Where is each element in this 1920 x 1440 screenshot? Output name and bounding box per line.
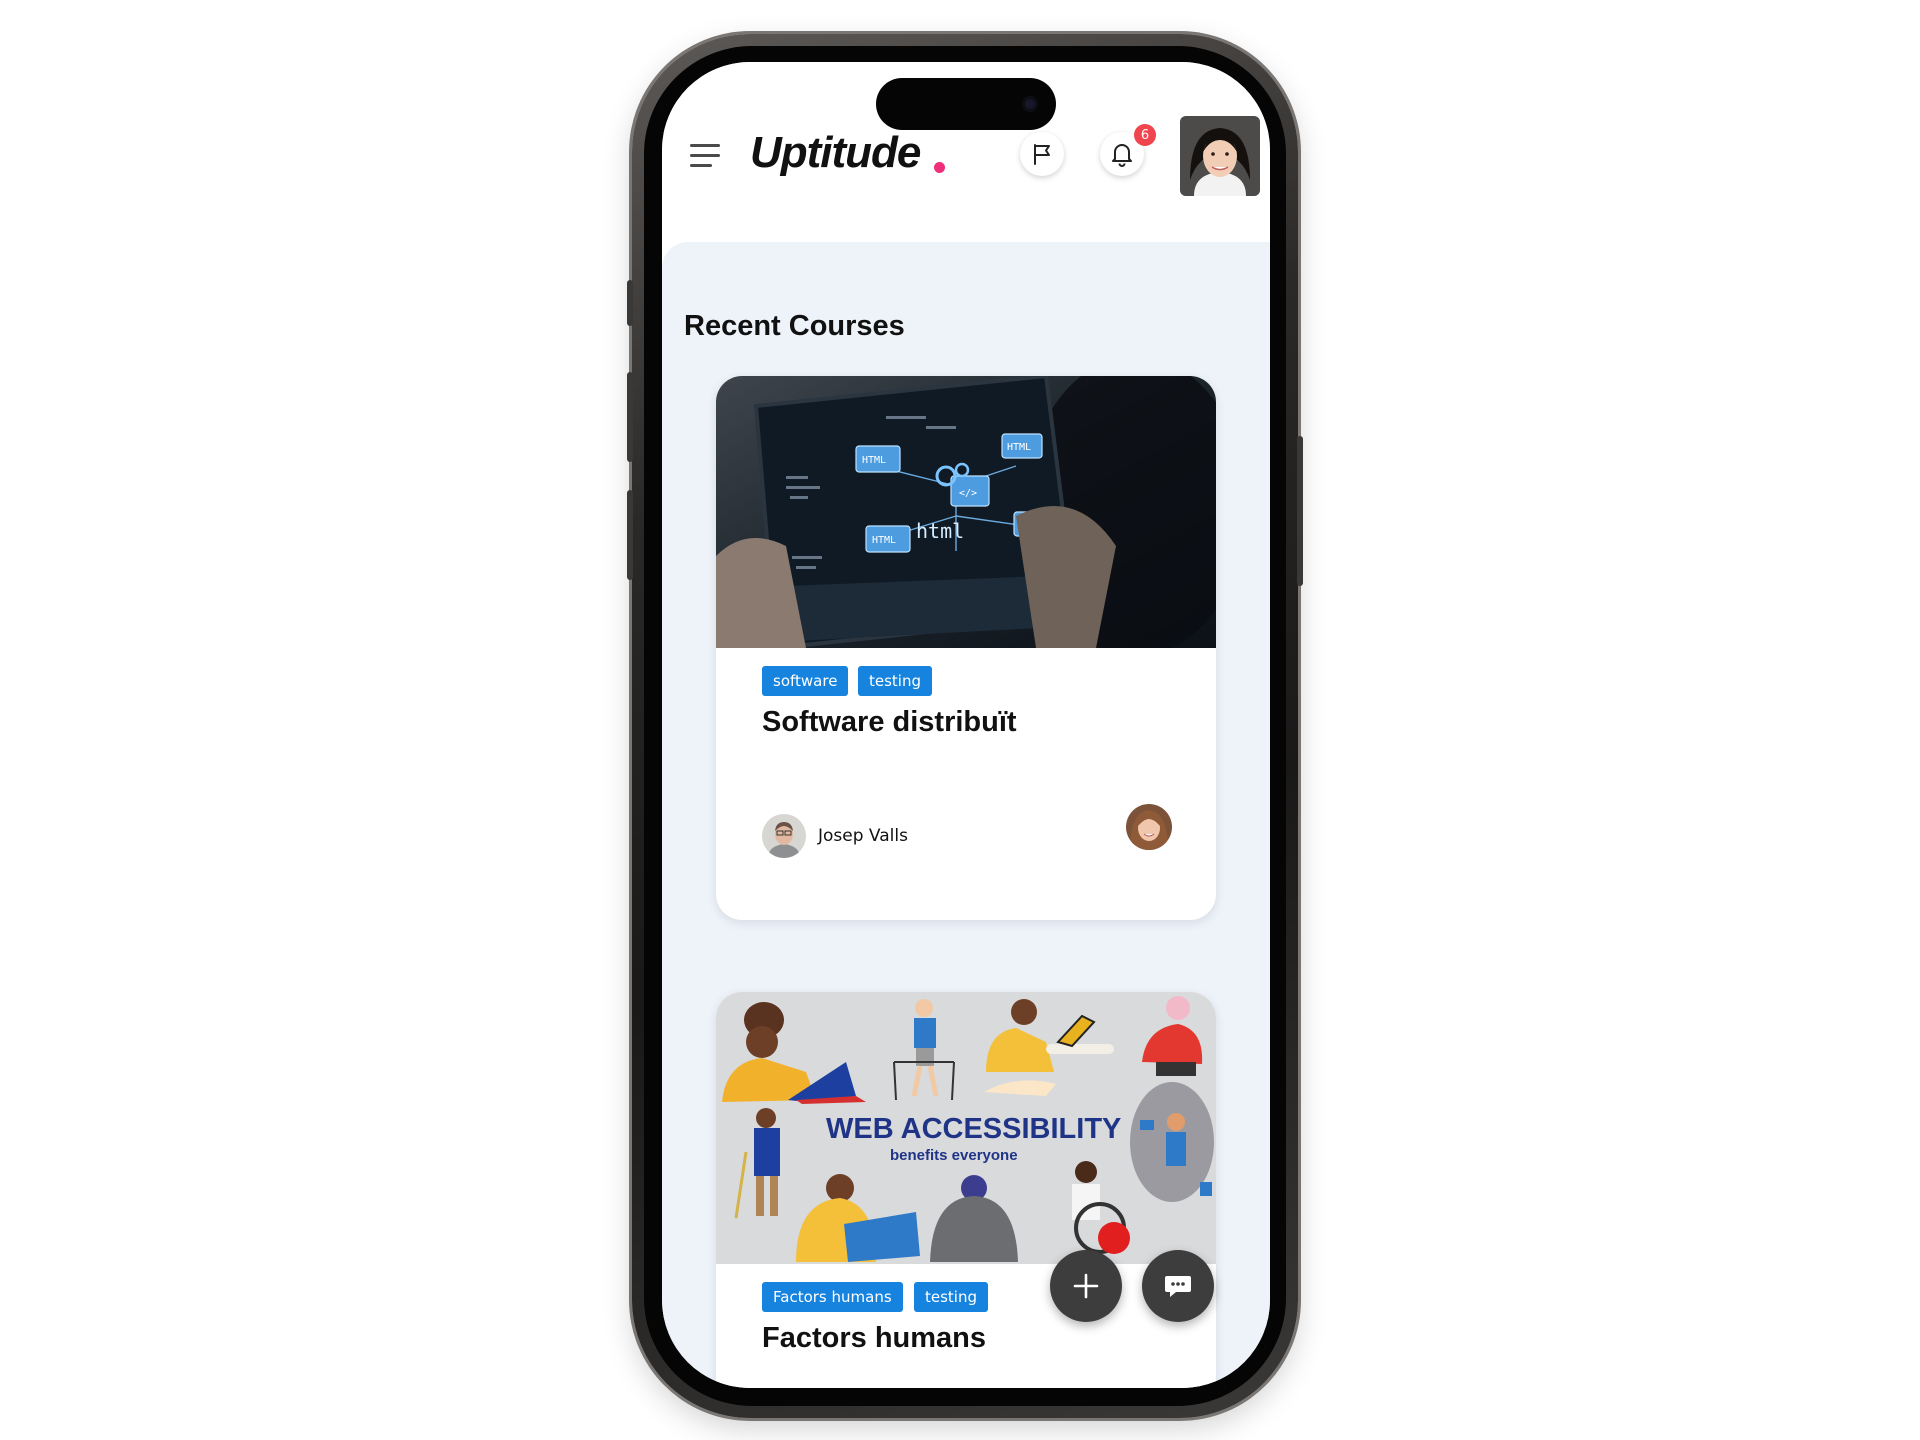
bell-icon <box>1112 144 1132 167</box>
notification-badge: 6 <box>1134 124 1156 146</box>
flag-button[interactable] <box>1020 132 1064 176</box>
member-avatar[interactable] <box>1126 804 1172 850</box>
user-photo <box>1180 116 1260 196</box>
add-button[interactable] <box>1050 1250 1122 1322</box>
app-logo[interactable]: Uptitude <box>750 128 921 178</box>
course-title[interactable]: Factors humans <box>762 1322 986 1355</box>
image-subcaption: benefits everyone <box>890 1147 1018 1164</box>
logo-dot <box>934 162 945 173</box>
tag-factors-humans[interactable]: Factors humans <box>762 1282 903 1312</box>
flag-icon <box>1034 144 1050 165</box>
chat-button[interactable] <box>1142 1250 1214 1322</box>
image-code-label: html <box>916 519 964 543</box>
author-name: Josep Valls <box>818 826 908 846</box>
phone-screen: Uptitude 6 Recent Courses HTML HTML HTML… <box>662 62 1270 1388</box>
section-title: Recent Courses <box>684 310 905 342</box>
svg-text:HTML: HTML <box>862 455 886 466</box>
volume-down-button <box>627 490 633 580</box>
dynamic-island <box>876 78 1056 130</box>
course-title[interactable]: Software distribuït <box>762 706 1017 739</box>
plus-icon <box>1073 1273 1099 1299</box>
power-button <box>1297 436 1303 586</box>
front-camera <box>1022 96 1038 112</box>
svg-text:HTML: HTML <box>872 535 896 546</box>
svg-text:HTML: HTML <box>1007 442 1031 453</box>
user-avatar[interactable] <box>1180 116 1260 196</box>
svg-text:</>: </> <box>959 488 977 499</box>
course-card[interactable]: HTML HTML HTML HTML </> html <box>716 376 1216 920</box>
volume-up-button <box>627 372 633 462</box>
course-card[interactable]: WEB ACCESSIBILITY benefits everyone Fact… <box>716 992 1216 1388</box>
author-avatar[interactable] <box>762 814 806 858</box>
author-photo <box>762 814 806 858</box>
member-photo <box>1126 804 1172 850</box>
action-button <box>627 280 633 326</box>
main-content[interactable]: Recent Courses HTML HTML HTML </> html s… <box>662 242 1270 1388</box>
image-caption: WEB ACCESSIBILITY <box>826 1113 1121 1145</box>
tag-software[interactable]: software <box>762 666 849 696</box>
tag-testing[interactable]: testing <box>914 1282 989 1312</box>
hamburger-menu-icon[interactable] <box>690 144 720 168</box>
course-image: HTML HTML HTML HTML </> html <box>716 376 1216 648</box>
course-image: WEB ACCESSIBILITY benefits everyone <box>716 992 1216 1264</box>
chat-bubble-icon <box>1165 1276 1191 1297</box>
tag-testing[interactable]: testing <box>858 666 933 696</box>
